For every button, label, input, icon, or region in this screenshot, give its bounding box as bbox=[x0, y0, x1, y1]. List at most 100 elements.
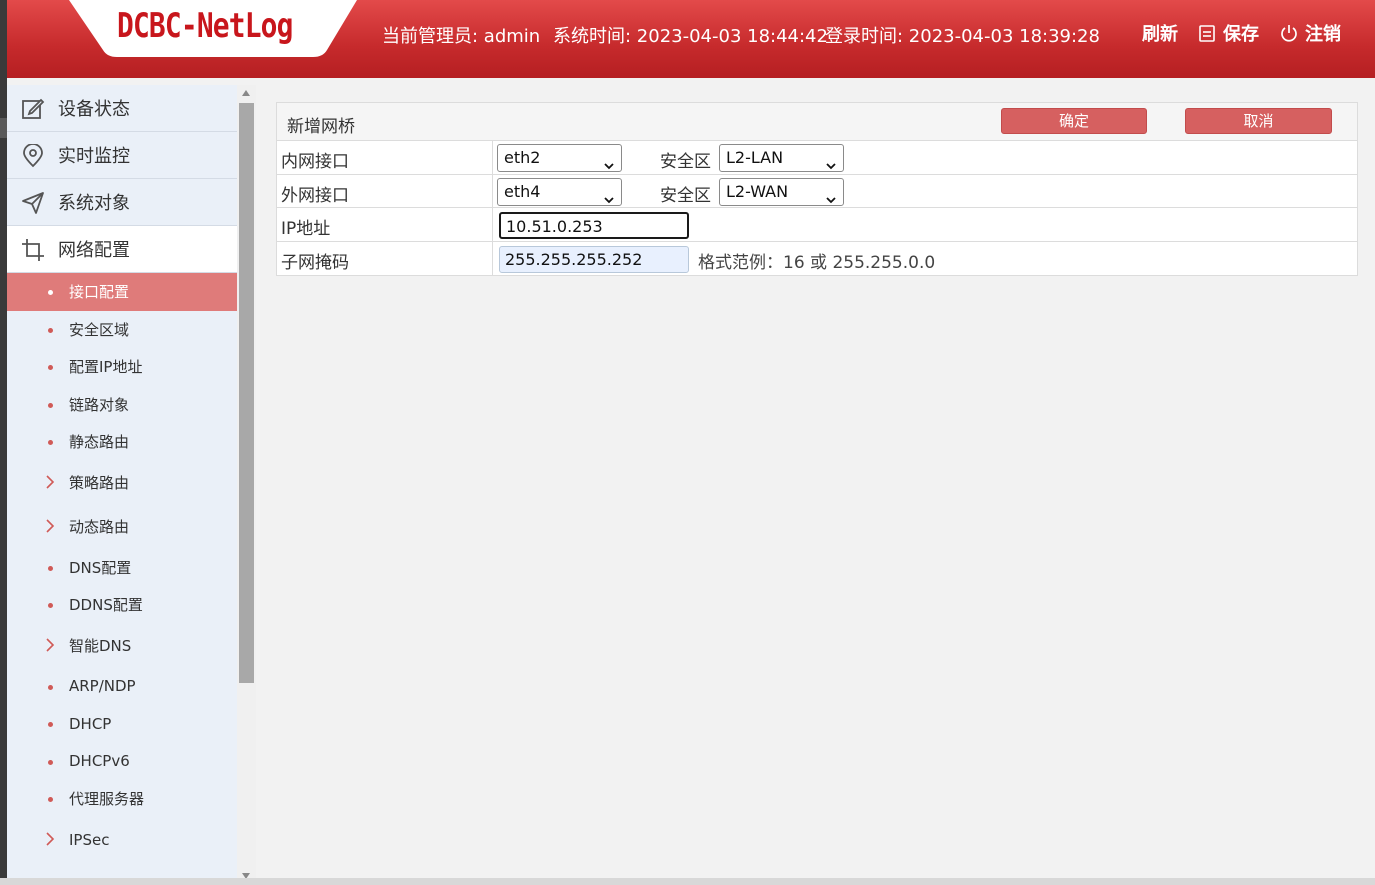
outer-zone-select[interactable]: L2-WAN bbox=[719, 177, 844, 206]
sidebar-item-label: DHCPv6 bbox=[69, 752, 130, 771]
sidebar-item-label: 安全区域 bbox=[69, 320, 130, 339]
save-button[interactable]: 保存 bbox=[1197, 20, 1259, 46]
inner-zone-label: 安全区 bbox=[660, 152, 711, 172]
form-title: 新增网桥 bbox=[287, 117, 355, 137]
subnet-mask-label: 子网掩码 bbox=[281, 252, 349, 273]
save-icon bbox=[1197, 23, 1217, 43]
bullet-icon bbox=[48, 603, 53, 608]
inner-interface-select[interactable]: eth2 bbox=[497, 144, 622, 172]
refresh-button[interactable]: 刷新 bbox=[1142, 20, 1178, 46]
input-value: 255.255.255.252 bbox=[505, 249, 643, 269]
sidebar-item-proxy-server[interactable]: 代理服务器 bbox=[7, 780, 237, 818]
sidebar-item-label: 静态路由 bbox=[69, 433, 130, 452]
inner-zone-select[interactable]: L2-LAN bbox=[719, 144, 844, 172]
bullet-icon bbox=[48, 290, 53, 295]
nav-system-objects[interactable]: 系统对象 bbox=[7, 179, 237, 226]
select-value: eth2 bbox=[504, 148, 541, 167]
bullet-icon bbox=[48, 759, 53, 765]
sidebar-item-label: 接口配置 bbox=[69, 283, 130, 302]
sidebar-item-label: DNS配置 bbox=[69, 558, 132, 577]
nav-label: 网络配置 bbox=[58, 240, 130, 261]
scroll-up-icon[interactable] bbox=[242, 90, 250, 96]
app-header: DCBC-NetLog 当前管理员: admin 系统时间: 2023-04-0… bbox=[7, 0, 1375, 78]
nav-device-status[interactable]: 设备状态 bbox=[7, 85, 237, 132]
sidebar-item-ddns-config[interactable]: DDNS配置 bbox=[7, 586, 237, 624]
form-header: 新增网桥 确定 取消 bbox=[277, 103, 1357, 141]
location-icon bbox=[21, 143, 45, 168]
sidebar-item-label: 代理服务器 bbox=[69, 790, 145, 809]
sidebar-item-dhcpv6[interactable]: DHCPv6 bbox=[7, 743, 237, 781]
bullet-icon bbox=[48, 565, 53, 571]
sidebar-item-ip-config[interactable]: 配置IP地址 bbox=[7, 348, 237, 386]
outer-interface-label: 外网接口 bbox=[281, 185, 349, 206]
chevron-down-icon bbox=[604, 155, 614, 170]
bullet-icon bbox=[48, 402, 53, 408]
edit-icon bbox=[21, 97, 45, 121]
bullet-icon bbox=[48, 440, 53, 445]
system-time: 系统时间: 2023-04-03 18:44:42 bbox=[553, 26, 828, 47]
select-value: L2-LAN bbox=[726, 148, 784, 167]
crop-icon bbox=[21, 238, 45, 262]
sidebar-item-ipsec[interactable]: IPSec bbox=[7, 818, 237, 862]
sidebar-item-static-route[interactable]: 静态路由 bbox=[7, 423, 237, 461]
sidebar-item-dhcp[interactable]: DHCP bbox=[7, 705, 237, 743]
sidebar-item-interface-config[interactable]: 接口配置 bbox=[7, 273, 237, 311]
chevron-down-icon bbox=[826, 155, 836, 170]
sidebar-item-link-objects[interactable]: 链路对象 bbox=[7, 386, 237, 424]
refresh-label: 刷新 bbox=[1142, 24, 1178, 45]
nav-network-config[interactable]: 网络配置 bbox=[7, 226, 237, 273]
nav-label: 实时监控 bbox=[58, 146, 130, 167]
bullet-icon bbox=[48, 327, 53, 333]
chevron-right-icon bbox=[44, 637, 56, 653]
current-admin: 当前管理员: admin bbox=[382, 26, 541, 47]
logout-button[interactable]: 注销 bbox=[1279, 20, 1341, 46]
nav-label: 系统对象 bbox=[58, 193, 130, 214]
add-bridge-form: 新增网桥 确定 取消 内网接口 eth2 安全区 L2-LAN 外网接口 eth… bbox=[276, 102, 1358, 276]
form-row-inner-interface: 内网接口 eth2 安全区 L2-LAN bbox=[277, 141, 1357, 175]
window-bottom-edge bbox=[0, 878, 1375, 885]
outer-zone-label: 安全区 bbox=[660, 185, 711, 206]
subnet-mask-input[interactable]: 255.255.255.252 bbox=[499, 245, 689, 273]
form-row-outer-interface: 外网接口 eth4 安全区 L2-WAN bbox=[277, 174, 1357, 208]
sidebar-item-arp-ndp[interactable]: ARP/NDP bbox=[7, 668, 237, 706]
sidebar-item-label: 策略路由 bbox=[69, 474, 130, 492]
inner-interface-label: 内网接口 bbox=[281, 152, 349, 172]
sidebar-item-label: 链路对象 bbox=[69, 395, 130, 414]
power-icon bbox=[1279, 23, 1299, 43]
sidebar-item-label: ARP/NDP bbox=[69, 677, 136, 696]
bullet-icon bbox=[48, 684, 53, 690]
logout-label: 注销 bbox=[1305, 24, 1341, 45]
sidebar-item-label: 智能DNS bbox=[69, 637, 132, 655]
sidebar-item-dynamic-route[interactable]: 动态路由 bbox=[7, 505, 237, 549]
bullet-icon bbox=[48, 797, 53, 802]
sidebar-item-label: DDNS配置 bbox=[69, 596, 143, 615]
ip-address-input[interactable]: 10.51.0.253 bbox=[499, 212, 689, 239]
input-value: 10.51.0.253 bbox=[506, 217, 603, 236]
sidebar-item-label: DHCP bbox=[69, 714, 112, 733]
form-row-ip-address: IP地址 10.51.0.253 bbox=[277, 208, 1357, 242]
sidebar-scrollbar[interactable] bbox=[237, 85, 256, 885]
sidebar-item-label: 配置IP地址 bbox=[69, 358, 143, 377]
chevron-right-icon bbox=[44, 831, 56, 847]
cancel-button[interactable]: 取消 bbox=[1185, 108, 1332, 134]
confirm-button[interactable]: 确定 bbox=[1001, 108, 1147, 134]
chevron-down-icon bbox=[826, 189, 836, 203]
sidebar-item-label: IPSec bbox=[69, 830, 110, 849]
form-row-subnet-mask: 子网掩码 255.255.255.252 格式范例：16 或 255.255.0… bbox=[277, 241, 1357, 275]
bullet-icon bbox=[48, 365, 53, 370]
sidebar-item-security-zone[interactable]: 安全区域 bbox=[7, 311, 237, 349]
save-label: 保存 bbox=[1223, 24, 1259, 45]
send-icon bbox=[21, 191, 45, 215]
sidebar-item-smart-dns[interactable]: 智能DNS bbox=[7, 624, 237, 668]
outer-interface-select[interactable]: eth4 bbox=[497, 177, 622, 206]
scrollbar-thumb[interactable] bbox=[239, 103, 254, 683]
background-window-strip bbox=[0, 0, 7, 885]
sidebar-item-label: 动态路由 bbox=[69, 518, 130, 536]
sidebar-item-policy-route[interactable]: 策略路由 bbox=[7, 461, 237, 505]
select-value: L2-WAN bbox=[726, 181, 789, 201]
chevron-right-icon bbox=[44, 474, 56, 490]
subnet-mask-hint: 格式范例：16 或 255.255.0.0 bbox=[698, 252, 936, 273]
nav-realtime-monitor[interactable]: 实时监控 bbox=[7, 132, 237, 179]
sidebar-item-dns-config[interactable]: DNS配置 bbox=[7, 549, 237, 587]
logo-tab: DCBC-NetLog bbox=[69, 0, 369, 57]
